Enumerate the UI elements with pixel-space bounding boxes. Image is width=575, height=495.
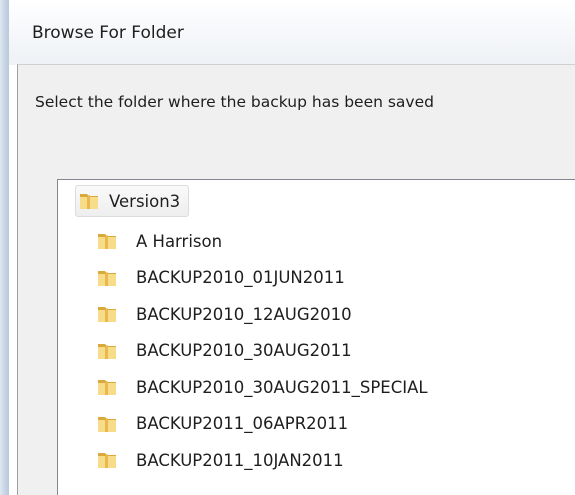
tree-item-label: A Harrison	[136, 231, 223, 251]
tree-item[interactable]: BACKUP2010_30AUG2011	[96, 335, 352, 367]
tree-item-label: BACKUP2011_10JAN2011	[136, 450, 344, 470]
folder-icon	[96, 340, 118, 362]
title-bar[interactable]: Browse For Folder	[9, 0, 575, 65]
browse-for-folder-dialog: Browse For Folder Select the folder wher…	[0, 0, 575, 495]
tree-item-label: Version3	[109, 191, 181, 211]
tree-item-label: BACKUP2010_01JUN2011	[136, 268, 345, 287]
tree-item[interactable]: BACKUP2010_01JUN2011	[96, 262, 345, 294]
tree-item[interactable]: BACKUP2010_30AUG2011_SPECIAL	[96, 371, 428, 403]
tree-item[interactable]: BACKUP2011_06APR2011	[96, 408, 348, 440]
folder-icon	[96, 376, 118, 398]
folder-icon	[96, 413, 118, 435]
tree-item[interactable]: A Harrison	[96, 225, 222, 257]
tree-item-version3[interactable]: Version3	[75, 185, 190, 217]
folder-icon	[96, 230, 118, 252]
window-title: Browse For Folder	[32, 23, 184, 43]
folder-icon	[96, 267, 118, 289]
folder-icon	[78, 190, 100, 212]
tree-item-label: BACKUP2010_12AUG2010	[136, 304, 352, 324]
tree-item[interactable]: BACKUP2011_10JAN2011	[96, 444, 344, 476]
instruction-text: Select the folder where the backup has b…	[35, 93, 434, 111]
window-frame-left[interactable]	[0, 0, 9, 495]
tree-item-label: BACKUP2011_06APR2011	[136, 414, 349, 433]
folder-icon	[96, 303, 118, 325]
tree-item-label: BACKUP2010_30AUG2011_SPECIAL	[136, 377, 428, 397]
tree-item-label: BACKUP2010_30AUG2011	[136, 341, 352, 360]
tree-item[interactable]: BACKUP2010_12AUG2010	[96, 298, 352, 330]
folder-icon	[96, 449, 118, 471]
